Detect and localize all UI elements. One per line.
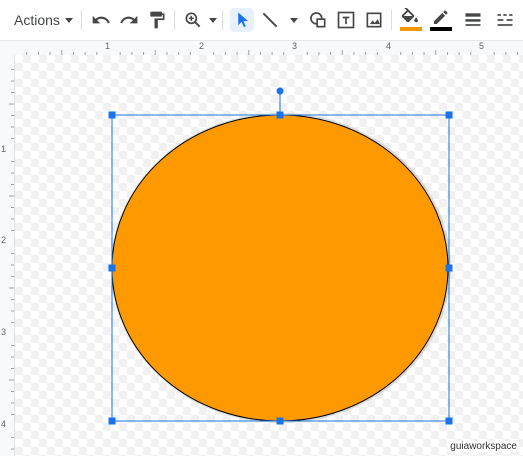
resize-handle-left[interactable] bbox=[108, 264, 116, 272]
rotation-handle[interactable] bbox=[276, 87, 284, 95]
selected-shape-layer bbox=[108, 87, 453, 425]
resize-handle-bottom-right[interactable] bbox=[445, 417, 453, 425]
resize-handle-top-right[interactable] bbox=[445, 111, 453, 119]
orange-ellipse[interactable] bbox=[111, 114, 449, 422]
resize-handle-top-left[interactable] bbox=[108, 111, 116, 119]
resize-handle-bottom[interactable] bbox=[276, 417, 284, 425]
resize-handle-bottom-left[interactable] bbox=[108, 417, 116, 425]
resize-handle-right[interactable] bbox=[445, 264, 453, 272]
watermark-text: guiaworkspace bbox=[448, 441, 519, 452]
resize-handle-top[interactable] bbox=[276, 111, 284, 119]
